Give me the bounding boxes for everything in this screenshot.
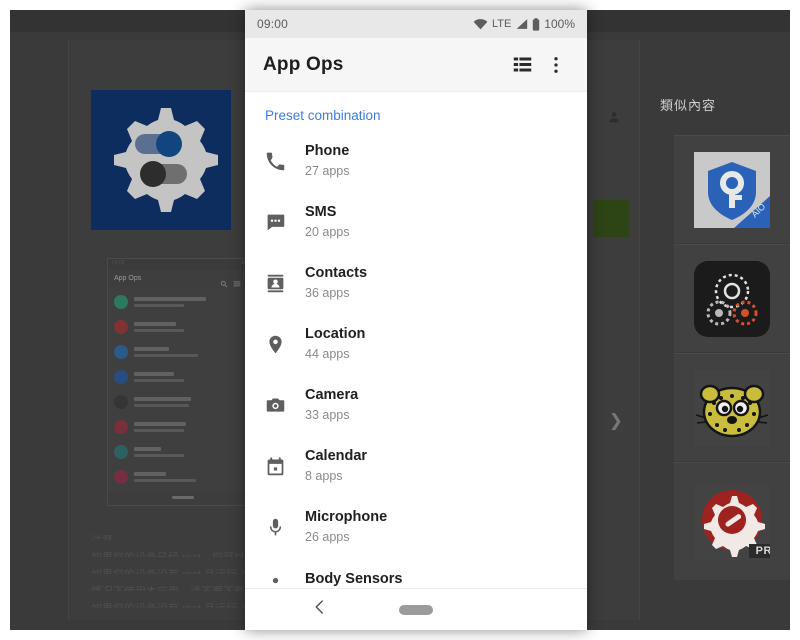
preview-clock: 09:00	[112, 260, 125, 266]
permission-app-count: 44 apps	[305, 347, 350, 362]
permission-row-camera[interactable]: Camera 33 apps	[245, 375, 587, 436]
phone-icon	[265, 151, 305, 172]
permission-row-location[interactable]: Location 44 apps	[245, 314, 587, 375]
permission-row-contacts[interactable]: Contacts 36 apps	[245, 253, 587, 314]
rail-title: 類似內容	[660, 98, 717, 113]
dialog-toolbar: App Ops	[245, 38, 587, 92]
view-list-icon[interactable]	[505, 48, 539, 82]
preview-status-bar: 09:00 100%	[108, 259, 258, 270]
preview-list-item	[108, 314, 258, 339]
leopard-app-icon	[694, 369, 770, 446]
preview-list-item	[108, 289, 258, 314]
rail-item-leopard[interactable]	[674, 353, 790, 461]
preview-list-icon	[233, 275, 241, 287]
permission-name: Microphone	[305, 509, 388, 526]
preset-combination-link[interactable]: Preset combination	[245, 92, 587, 131]
wifi-icon	[473, 18, 488, 30]
preview-toolbar: App Ops	[108, 270, 258, 289]
preview-list-item	[108, 464, 258, 489]
permission-row-microphone[interactable]: Microphone 26 apps	[245, 497, 587, 558]
location-icon	[265, 334, 305, 355]
permission-name: Body Sensors	[305, 571, 403, 586]
permission-app-count: 36 apps	[305, 286, 350, 301]
permission-list: Phone 27 apps SMS 20 apps Contacts 36 ap…	[245, 131, 587, 586]
account-avatar-icon	[607, 110, 621, 124]
page-title: App Ops	[263, 53, 344, 75]
android-nav-bar	[245, 588, 587, 630]
permission-name: Location	[305, 326, 366, 343]
red-gear-pro-app-icon: PRO	[694, 483, 770, 560]
android-status-bar: 09:00 LTE 100%	[245, 10, 587, 38]
permission-name: Calendar	[305, 448, 368, 465]
app-ops-dialog: 09:00 LTE 100% App Ops Preset combinatio…	[245, 10, 587, 630]
permission-app-count: 27 apps	[305, 164, 350, 179]
rail-item-red-gear-pro[interactable]: PRO	[674, 462, 790, 580]
similar-content-rail: 類似內容 AIO PR	[642, 40, 790, 620]
preview-search-icon	[220, 275, 228, 288]
microphone-icon	[265, 517, 305, 538]
install-button[interactable]	[593, 200, 629, 237]
rail-item-gears[interactable]	[674, 244, 790, 352]
permission-app-count: 8 apps	[305, 469, 343, 484]
app-ops-app-icon	[91, 90, 231, 230]
preview-list-item	[108, 364, 258, 389]
more-vertical-icon[interactable]	[539, 48, 573, 82]
sms-icon	[265, 212, 305, 233]
permission-app-count: 26 apps	[305, 530, 350, 545]
permission-row-calendar[interactable]: Calendar 8 apps	[245, 436, 587, 497]
permission-name: Phone	[305, 143, 350, 160]
rail-item-shield-key[interactable]: AIO	[674, 135, 790, 243]
gears-app-icon	[694, 260, 770, 337]
preview-list-item	[108, 439, 258, 464]
permission-row-body-sensors[interactable]: Body Sensors	[245, 558, 587, 586]
home-indicator[interactable]	[399, 604, 433, 615]
calendar-icon	[265, 456, 305, 477]
permission-app-count: 33 apps	[305, 408, 350, 423]
shield-key-app-icon: AIO	[694, 151, 770, 228]
network-type-label: LTE	[491, 18, 512, 30]
preview-nav-bar	[108, 491, 258, 505]
permission-row-phone[interactable]: Phone 27 apps	[245, 131, 587, 192]
preview-list-item	[108, 414, 258, 439]
preview-list-item	[108, 339, 258, 364]
back-button[interactable]	[311, 598, 329, 621]
rail-badge-pro: PRO	[748, 543, 770, 558]
permission-name: SMS	[305, 204, 337, 221]
contacts-icon	[265, 273, 305, 294]
screenshot-next-arrow-icon[interactable]: ❯	[609, 412, 623, 429]
permission-row-sms[interactable]: SMS 20 apps	[245, 192, 587, 253]
battery-icon	[532, 17, 540, 31]
signal-icon	[515, 18, 528, 30]
screenshot-root: 09:00 100% App Ops	[0, 0, 800, 640]
preview-row-list	[108, 289, 258, 489]
camera-icon	[265, 395, 305, 416]
body-sensors-icon	[265, 558, 305, 586]
permission-name: Camera	[305, 387, 359, 404]
permission-app-count: 20 apps	[305, 225, 350, 240]
app-screenshot-preview[interactable]: 09:00 100% App Ops	[107, 258, 259, 506]
preview-title: App Ops	[114, 275, 142, 282]
battery-percent-label: 100%	[544, 17, 575, 31]
status-clock: 09:00	[257, 17, 289, 31]
permission-name: Contacts	[305, 265, 368, 282]
preview-list-item	[108, 389, 258, 414]
